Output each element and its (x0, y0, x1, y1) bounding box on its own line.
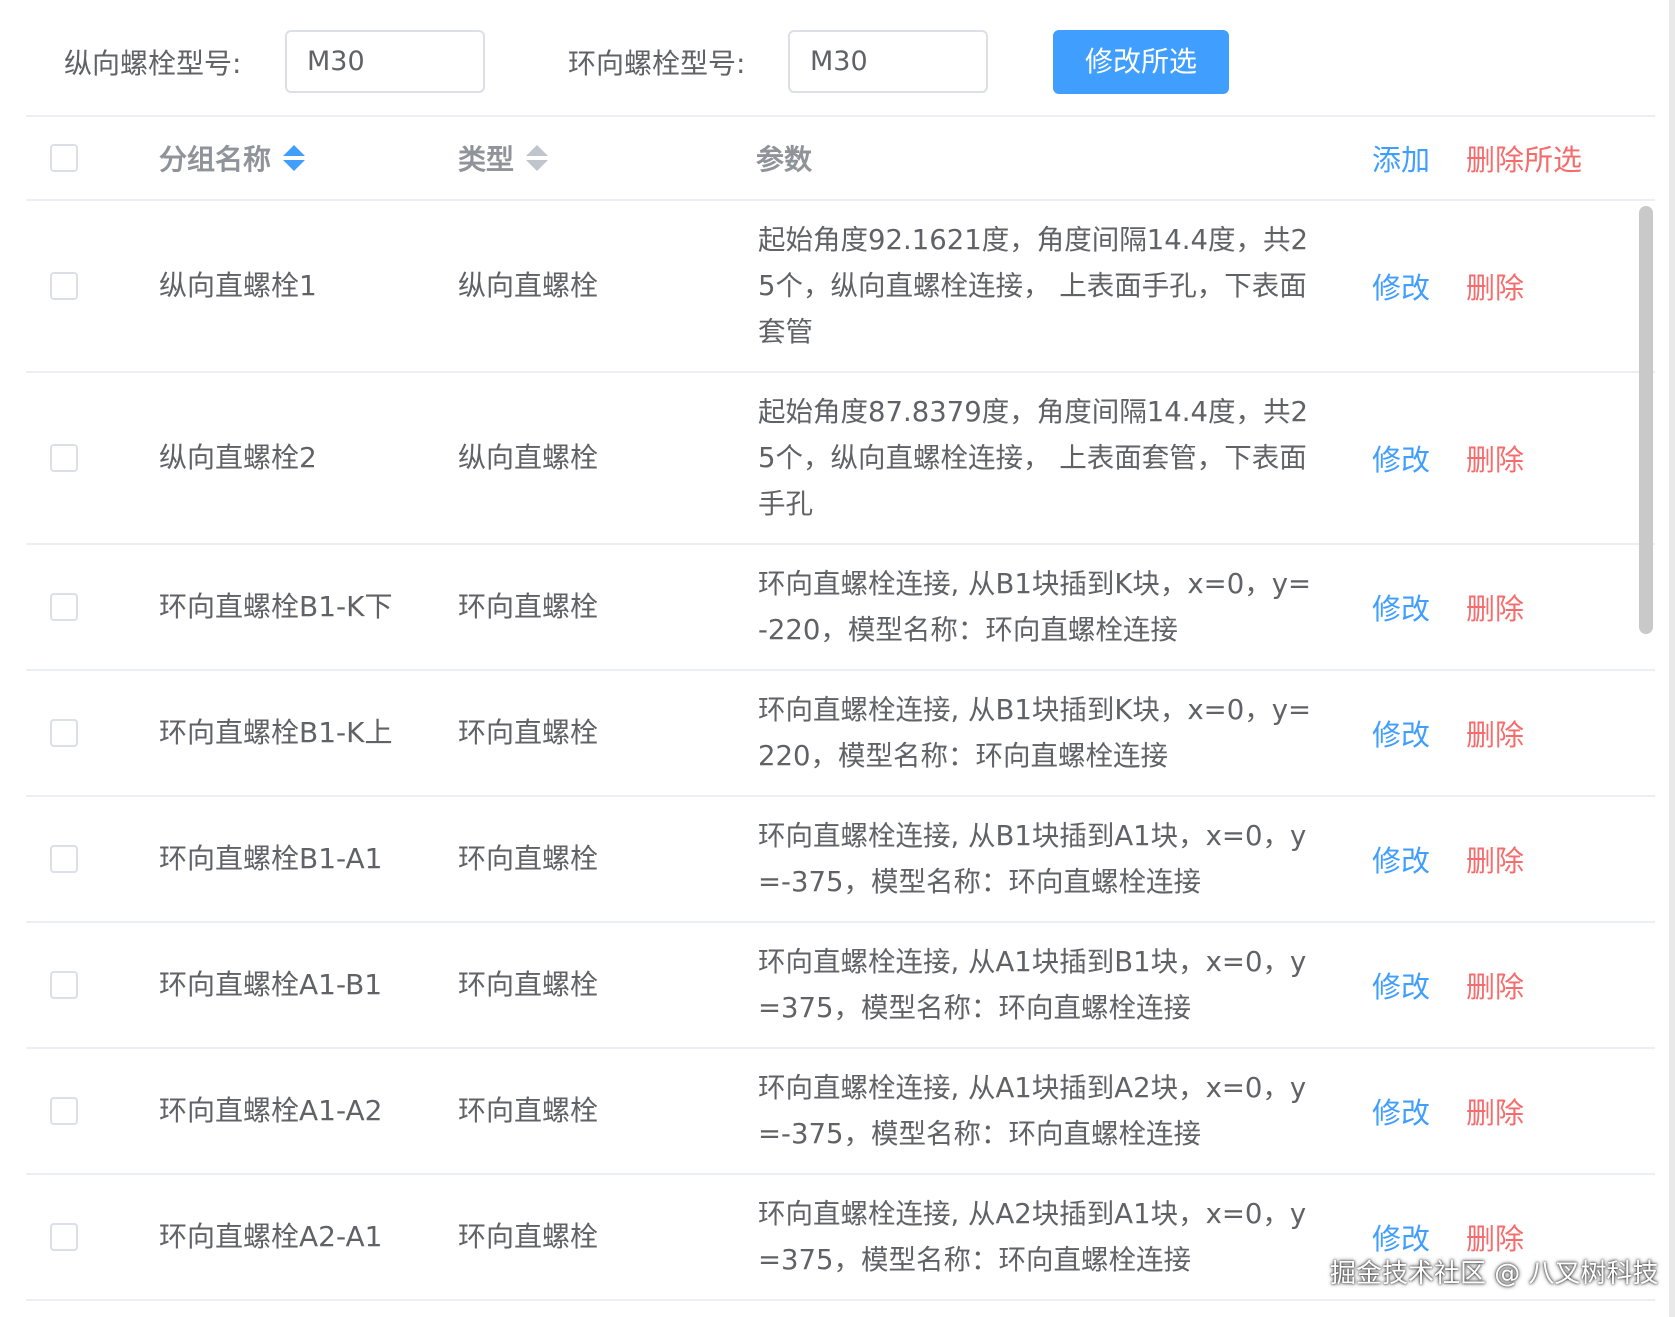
delete-selected-button[interactable]: 删除所选 (1466, 140, 1582, 180)
column-header-params: 参数 (756, 143, 813, 176)
table-header: 分组名称 类型 参数 添加 删除所选 (26, 116, 1655, 200)
app-root: 纵向螺栓型号: M30 环向螺栓型号: M30 修改所选 分组名称 类型 参数 … (0, 0, 1675, 1317)
cell-type: 环向直螺栓 (458, 590, 599, 623)
delete-button[interactable]: 删除 (1466, 1093, 1524, 1133)
row-checkbox[interactable] (50, 272, 78, 300)
cell-type: 环向直螺栓 (458, 842, 599, 875)
header-divider (26, 199, 1655, 201)
row-checkbox[interactable] (50, 719, 78, 747)
cell-type: 环向直螺栓 (458, 716, 599, 749)
modify-selected-button[interactable]: 修改所选 (1053, 30, 1229, 94)
cell-type: 环向直螺栓 (458, 1220, 599, 1253)
watermark: 掘金技术社区 @ 八叉树科技 (1330, 1259, 1659, 1289)
row-checkbox[interactable] (50, 845, 78, 873)
cell-type: 环向直螺栓 (458, 1094, 599, 1127)
table-row: 环向直螺栓B1-K下 环向直螺栓 环向直螺栓连接, 从B1块插到K块，x=0，y=-… (26, 544, 1655, 670)
delete-button[interactable]: 删除 (1466, 715, 1524, 755)
edit-button[interactable]: 修改 (1372, 1093, 1430, 1133)
cell-type: 纵向直螺栓 (458, 269, 599, 302)
cell-group-name: 纵向直螺栓2 (159, 441, 317, 474)
circumferential-bolt-label: 环向螺栓型号: (568, 47, 746, 80)
cell-group-name: 环向直螺栓A1-A2 (159, 1094, 383, 1127)
table-row: 纵向直螺栓1 纵向直螺栓 起始角度92.1621度，角度间隔14.4度，共25个，纵… (26, 200, 1655, 372)
delete-button[interactable]: 删除 (1466, 440, 1524, 480)
column-header-name[interactable]: 分组名称 (159, 140, 306, 180)
delete-button[interactable]: 删除 (1466, 1219, 1524, 1259)
scrollbar[interactable] (1639, 206, 1653, 634)
table-row: 环向直螺栓A1-A2 环向直螺栓 环向直螺栓连接, 从A1块插到A2块，x=0，y=… (26, 1048, 1655, 1174)
table-row: 纵向直螺栓2 纵向直螺栓 起始角度87.8379度，角度间隔14.4度，共25个，纵… (26, 372, 1655, 544)
row-checkbox[interactable] (50, 593, 78, 621)
cell-params: 环向直螺栓连接, 从A2块插到A1块，x=0，y=375，模型名称：环向直螺栓连… (758, 1198, 1307, 1276)
delete-button[interactable]: 删除 (1466, 967, 1524, 1007)
edit-button[interactable]: 修改 (1372, 589, 1430, 629)
cell-params: 环向直螺栓连接, 从A1块插到A2块，x=0，y=-375，模型名称：环向直螺栓… (758, 1072, 1307, 1150)
cell-type: 环向直螺栓 (458, 968, 599, 1001)
edit-button[interactable]: 修改 (1372, 715, 1430, 755)
row-checkbox[interactable] (50, 1223, 78, 1251)
cell-group-name: 环向直螺栓B1-K下 (159, 590, 393, 623)
cell-group-name: 环向直螺栓B1-K上 (159, 716, 393, 749)
edit-button[interactable]: 修改 (1372, 841, 1430, 881)
add-button[interactable]: 添加 (1372, 140, 1430, 180)
sort-caret-icon[interactable] (526, 145, 549, 171)
cell-params: 环向直螺栓连接, 从B1块插到A1块，x=0，y=-375，模型名称：环向直螺栓… (758, 820, 1307, 898)
longitudinal-bolt-label: 纵向螺栓型号: (64, 47, 242, 80)
cell-group-name: 环向直螺栓B1-A1 (159, 842, 383, 875)
delete-button[interactable]: 删除 (1466, 268, 1524, 308)
row-checkbox[interactable] (50, 444, 78, 472)
window-edge (1669, 0, 1675, 1317)
cell-params: 起始角度87.8379度，角度间隔14.4度，共25个，纵向直螺栓连接， 上表面… (758, 396, 1308, 520)
delete-button[interactable]: 删除 (1466, 589, 1524, 629)
cell-params: 环向直螺栓连接, 从B1块插到K块，x=0，y=220，模型名称：环向直螺栓连接 (758, 694, 1312, 772)
cell-params: 环向直螺栓连接, 从A1块插到B1块，x=0，y=375，模型名称：环向直螺栓连… (758, 946, 1307, 1024)
cell-params: 环向直螺栓连接, 从B1块插到K块，x=0，y=-220，模型名称：环向直螺栓连… (758, 568, 1312, 646)
row-divider (26, 1299, 1655, 1301)
cell-type: 纵向直螺栓 (458, 441, 599, 474)
edit-button[interactable]: 修改 (1372, 1219, 1430, 1259)
edit-button[interactable]: 修改 (1372, 268, 1430, 308)
cell-params: 起始角度92.1621度，角度间隔14.4度，共25个，纵向直螺栓连接， 上表面… (758, 224, 1308, 348)
column-header-name-label: 分组名称 (159, 143, 272, 176)
sort-caret-icon[interactable] (283, 145, 306, 171)
delete-button[interactable]: 删除 (1466, 841, 1524, 881)
row-checkbox[interactable] (50, 971, 78, 999)
column-header-type[interactable]: 类型 (458, 140, 549, 180)
cell-group-name: 环向直螺栓A1-B1 (159, 968, 383, 1001)
cell-group-name: 纵向直螺栓1 (159, 269, 317, 302)
circumferential-bolt-input[interactable]: M30 (788, 30, 988, 93)
column-header-type-label: 类型 (458, 143, 515, 176)
table-row: 环向直螺栓B1-A1 环向直螺栓 环向直螺栓连接, 从B1块插到A1块，x=0，y=… (26, 796, 1655, 922)
longitudinal-bolt-input[interactable]: M30 (285, 30, 485, 93)
row-checkbox[interactable] (50, 1097, 78, 1125)
table-row: 环向直螺栓B1-K上 环向直螺栓 环向直螺栓连接, 从B1块插到K块，x=0，y=2… (26, 670, 1655, 796)
edit-button[interactable]: 修改 (1372, 967, 1430, 1007)
select-all-checkbox[interactable] (50, 144, 78, 172)
toolbar: 纵向螺栓型号: M30 环向螺栓型号: M30 修改所选 (0, 0, 1675, 116)
edit-button[interactable]: 修改 (1372, 440, 1430, 480)
cell-group-name: 环向直螺栓A2-A1 (159, 1220, 383, 1253)
table-row: 环向直螺栓A1-B1 环向直螺栓 环向直螺栓连接, 从A1块插到B1块，x=0，y=… (26, 922, 1655, 1048)
